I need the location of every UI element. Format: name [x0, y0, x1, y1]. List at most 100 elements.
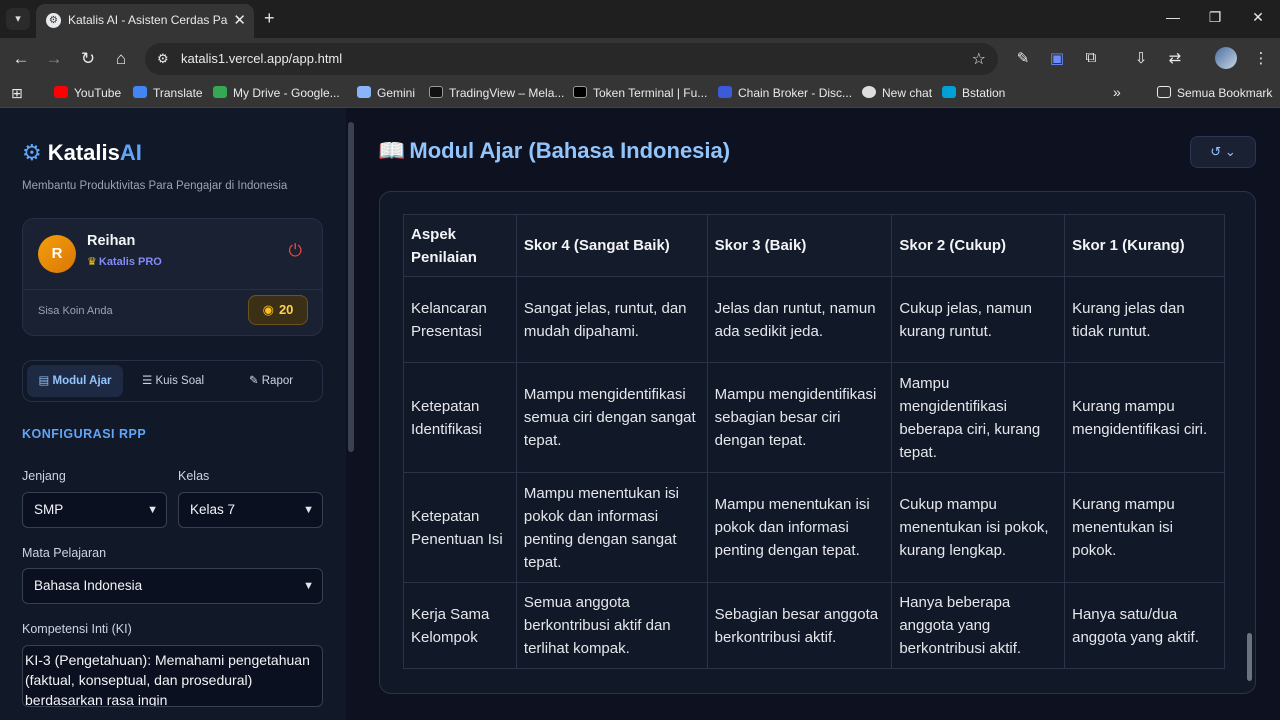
page-title-text: Modul Ajar (Bahasa Indonesia)	[409, 138, 731, 163]
table-row: Kelancaran Presentasi Sangat jelas, runt…	[403, 276, 1225, 363]
browser-tab[interactable]: ⚙ Katalis AI - Asisten Cerdas Para ✕	[36, 4, 254, 38]
user-plan-badge: ♛ Katalis PRO	[87, 255, 162, 268]
logout-power-icon[interactable]: ⏻	[289, 241, 302, 261]
bookmark-youtube[interactable]: YouTube	[54, 86, 121, 100]
bookmark-chain-broker[interactable]: Chain Broker - Disc...	[718, 86, 852, 100]
column-header: Skor 2 (Cukup)	[891, 214, 1066, 277]
sidebar: ⚙ KatalisAI Membantu Produktivitas Para P…	[0, 108, 346, 720]
tab-kuis-soal[interactable]: ☰ Kuis Soal	[125, 365, 221, 397]
bookmark-drive[interactable]: My Drive - Google...	[213, 86, 340, 100]
translate-logo-icon	[133, 86, 147, 98]
chevron-down-icon: ▼	[303, 580, 314, 592]
table-cell: Mampu mengidentifikasi semua ciri dengan…	[515, 362, 708, 473]
bookmark-gemini[interactable]: Gemini	[357, 86, 415, 100]
ki-textarea[interactable]: KI-3 (Pengetahuan): Memahami pengetahuan…	[22, 645, 323, 707]
bookmark-bstation[interactable]: Bstation	[942, 86, 1005, 100]
bookmark-star-icon[interactable]: ☆	[972, 49, 986, 69]
bookmarks-folder[interactable]: Semua Bookmark	[1157, 86, 1272, 100]
table-cell: Cukup jelas, namun kurang runtut.	[891, 276, 1066, 363]
folder-icon	[1157, 86, 1171, 98]
bookmarks-bar: ⊞ YouTube Translate My Drive - Google...…	[0, 80, 1280, 108]
table-row: Ketepatan Penentuan Isi Mampu menentukan…	[403, 472, 1225, 583]
close-window-button[interactable]: ✕	[1243, 9, 1273, 26]
bookmark-tradingview[interactable]: TradingView – Mela...	[429, 86, 564, 100]
main-scrollbar-thumb[interactable]	[1247, 633, 1252, 681]
tagline: Membantu Produktivitas Para Pengajar di …	[22, 180, 288, 192]
chevron-down-icon: ⌄	[1224, 144, 1236, 159]
token-terminal-icon	[573, 86, 587, 98]
book-icon: ▤	[38, 375, 53, 387]
plan-label: Katalis PRO	[98, 256, 162, 268]
coin-label: Sisa Koin Anda	[38, 305, 113, 317]
app-page: ⚙ KatalisAI Membantu Produktivitas Para P…	[0, 108, 1280, 720]
minimize-button[interactable]: —	[1158, 9, 1188, 25]
divider	[23, 289, 322, 290]
download-icon[interactable]: ⇩	[1130, 49, 1152, 67]
app-logo: ⚙ KatalisAI	[22, 140, 142, 166]
tab-title: Katalis AI - Asisten Cerdas Para	[68, 13, 228, 27]
tab-rapor[interactable]: ✎ Rapor	[223, 365, 319, 397]
bookmark-label: Chain Broker - Disc...	[738, 86, 853, 100]
more-bookmarks-icon[interactable]: »	[1113, 84, 1121, 100]
coin-count: 20	[278, 302, 294, 317]
ki-label: Kompetensi Inti (KI)	[22, 622, 132, 636]
bstation-icon	[942, 86, 956, 98]
table-cell: Sebagian besar anggota berkontribusi akt…	[706, 582, 893, 669]
bookmark-label: Bstation	[962, 86, 1006, 100]
table-cell: Kurang jelas dan tidak runtut.	[1064, 276, 1225, 363]
home-button[interactable]: ⌂	[110, 49, 132, 69]
forward-button[interactable]: →	[43, 49, 65, 69]
new-tab-button[interactable]: +	[264, 8, 275, 29]
table-cell: Hanya satu/dua anggota yang aktif.	[1064, 582, 1225, 669]
menu-kebab-icon[interactable]: ⋮	[1250, 49, 1272, 67]
address-bar[interactable]: ⚙ katalis1.vercel.app/app.html ☆	[145, 43, 998, 75]
extensions-puzzle-icon[interactable]: ⧉	[1080, 49, 1102, 66]
gemini-icon	[357, 86, 371, 98]
tab-search-button[interactable]: ▾	[6, 8, 30, 30]
table-row: Kerja Sama Kelompok Semua anggota berkon…	[403, 582, 1225, 669]
tab-modul-ajar[interactable]: ▤ Modul Ajar	[27, 365, 123, 397]
apps-grid-icon[interactable]: ⊞	[11, 85, 23, 102]
bookmark-new-chat[interactable]: New chat	[862, 86, 932, 100]
bookmark-label: Gemini	[377, 86, 416, 100]
logo-accent: AI	[119, 140, 142, 165]
bookmark-label: Token Terminal | Fu...	[593, 86, 708, 100]
jenjang-label: Jenjang	[22, 469, 66, 483]
jenjang-value: SMP	[34, 502, 64, 517]
gear-icon: ⚙	[22, 140, 42, 165]
browser-tab-bar: ▾ ⚙ Katalis AI - Asisten Cerdas Para ✕ +…	[0, 0, 1280, 38]
history-dropdown-button[interactable]: ↺ ⌄	[1190, 136, 1256, 168]
table-header-row: Aspek Penilaian Skor 4 (Sangat Baik) Sko…	[403, 214, 1225, 277]
profile-avatar[interactable]	[1215, 47, 1237, 69]
mapel-value: Bahasa Indonesia	[34, 578, 143, 593]
kelas-label: Kelas	[178, 469, 210, 483]
reload-button[interactable]: ↻	[77, 49, 99, 69]
browser-toolbar: ← → ↻ ⌂ ⚙ katalis1.vercel.app/app.html ☆…	[0, 38, 1280, 80]
youtube-icon	[54, 86, 68, 98]
table-cell: Semua anggota berkontribusi aktif dan te…	[515, 582, 708, 669]
maximize-button[interactable]: ❐	[1200, 9, 1230, 26]
chevron-down-icon: ▼	[303, 504, 314, 516]
coin-balance-badge: ◉ 20	[248, 295, 308, 325]
user-avatar: R	[38, 235, 76, 273]
list-icon: ☰	[141, 375, 156, 387]
kelas-select[interactable]: Kelas 7 ▼	[178, 492, 323, 528]
pen-icon: ✎	[248, 375, 262, 387]
bookmark-label: New chat	[882, 86, 933, 100]
site-favicon-icon: ⚙	[46, 13, 61, 28]
mapel-select[interactable]: Bahasa Indonesia ▼	[22, 568, 323, 604]
pen-extension-icon[interactable]: ✎	[1012, 49, 1034, 67]
back-button[interactable]: ←	[10, 49, 32, 69]
bookmark-translate[interactable]: Translate	[133, 86, 203, 100]
bookmark-token-terminal[interactable]: Token Terminal | Fu...	[573, 86, 707, 100]
site-info-icon[interactable]: ⚙	[157, 51, 169, 67]
scrollbar-thumb[interactable]	[348, 122, 354, 452]
section-title: KONFIGURASI RPP	[22, 427, 147, 441]
close-tab-icon[interactable]: ✕	[233, 11, 246, 29]
jenjang-select[interactable]: SMP ▼	[22, 492, 167, 528]
extension-icon[interactable]: ▣	[1046, 49, 1068, 67]
sidebar-scrollbar[interactable]	[346, 108, 356, 720]
column-header: Skor 3 (Baik)	[706, 214, 893, 277]
translate-icon[interactable]: ⇄	[1164, 49, 1186, 67]
table-cell: Kurang mampu mengidentifikasi ciri.	[1064, 362, 1225, 473]
